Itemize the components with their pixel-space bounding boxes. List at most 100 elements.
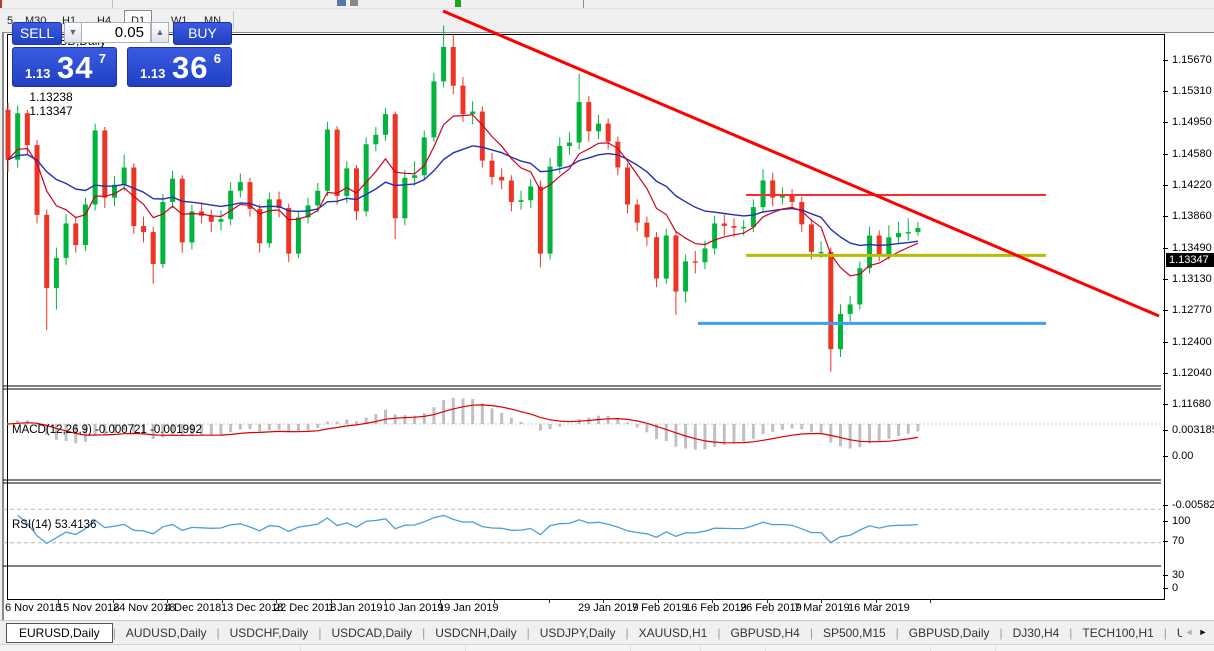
- chart-tab-bar: EURUSD,Daily | AUDUSD,Daily | USDCHF,Daily | U…: [0, 620, 1214, 644]
- axis-tick: [1163, 122, 1168, 123]
- axis-tick: [549, 599, 550, 603]
- axis-tick: [712, 599, 713, 603]
- axis-tick: [331, 599, 332, 603]
- strip-divider: [995, 646, 996, 651]
- tab-scroll-right-icon[interactable]: ►: [1196, 623, 1210, 641]
- axis-tick: [821, 599, 822, 603]
- axis-tick: [1163, 248, 1168, 249]
- chart-tab-eurusd-daily[interactable]: EURUSD,Daily: [6, 622, 113, 643]
- ohlc-low: 1.13238: [29, 90, 73, 104]
- price-axis-label: 1.14580: [1172, 148, 1212, 160]
- date-axis-label: 29 Jan 2019: [578, 602, 639, 614]
- strip-divider: [765, 646, 766, 651]
- axis-tick: [1163, 279, 1168, 280]
- axis-tick: [658, 599, 659, 603]
- chart-tab-usdjpy-daily[interactable]: USDJPY,Daily: [530, 624, 626, 642]
- axis-tick: [1163, 588, 1168, 589]
- buy-button[interactable]: BUY: [173, 22, 232, 45]
- volume-input[interactable]: 0.05: [81, 22, 151, 43]
- rsi-axis-label: 70: [1172, 535, 1185, 547]
- axis-tick: [1163, 185, 1168, 186]
- tab-scroll-buttons: ◄ ►: [1182, 622, 1212, 642]
- price-axis-label: 1.13130: [1172, 273, 1212, 285]
- sell-price-big: 34: [57, 50, 94, 85]
- status-strip: [0, 644, 1214, 651]
- axis-tick: [1163, 91, 1168, 92]
- rsi-axis-label: 100: [1172, 515, 1191, 527]
- price-axis-label: 1.15310: [1172, 85, 1212, 97]
- chart-tab-tech100-h1[interactable]: TECH100,H1: [1072, 624, 1163, 642]
- chart-tab-dj30-h4[interactable]: DJ30,H4: [1003, 624, 1070, 642]
- buy-price-button[interactable]: 1.13 36 6: [127, 47, 232, 87]
- date-axis-label: 7 Feb 2019: [632, 602, 688, 614]
- price-axis-label: 1.12770: [1172, 304, 1212, 316]
- rsi-axis-label: 30: [1172, 569, 1185, 581]
- axis-tick: [113, 599, 114, 603]
- axis-tick: [1163, 216, 1168, 217]
- axis-tick: [440, 599, 441, 603]
- one-click-trading-panel: SELL ▼ 0.05 ▲ BUY 1.13 34 7 1.13 36 6: [10, 22, 232, 87]
- axis-tick: [1163, 541, 1168, 542]
- chart-tab-sp500-m15[interactable]: SP500,M15: [813, 624, 896, 642]
- date-axis-label: 10 Jan 2019: [383, 602, 444, 614]
- axis-tick: [222, 599, 223, 603]
- axis-tick: [276, 599, 277, 603]
- buy-price-big: 36: [172, 50, 209, 85]
- buy-price-pip: 6: [213, 51, 221, 66]
- date-axis-label: 26 Feb 2019: [740, 602, 802, 614]
- strip-divider: [300, 646, 301, 651]
- chart-tab-gbpusd-h4[interactable]: GBPUSD,H4: [720, 624, 809, 642]
- price-axis-label: 1.12400: [1172, 336, 1212, 348]
- sell-price-pip: 7: [98, 51, 106, 66]
- price-axis-label: 1.12040: [1172, 367, 1212, 379]
- axis-tick: [876, 599, 877, 603]
- date-axis-label: 19 Jan 2019: [438, 602, 499, 614]
- axis-tick: [1163, 430, 1168, 431]
- rsi-axis-label: 0: [1172, 582, 1179, 594]
- date-axis-label: 15 Nov 2018: [57, 602, 120, 614]
- sell-price-button[interactable]: 1.13 34 7: [12, 47, 117, 87]
- chart-tab-xauusd-h1[interactable]: XAUUSD,H1: [629, 624, 718, 642]
- volume-increase-button[interactable]: ▲: [151, 22, 169, 43]
- date-axis-label: 1 Jan 2019: [328, 602, 383, 614]
- price-axis-label: 1.11680: [1172, 398, 1211, 410]
- date-axis-label: 6 Nov 2018: [5, 602, 62, 614]
- axis-tick: [1163, 373, 1168, 374]
- axis-tick: [167, 599, 168, 603]
- price-axis-label: 1.14220: [1172, 179, 1212, 191]
- date-axis-label: 16 Mar 2019: [848, 602, 910, 614]
- strip-divider: [630, 646, 631, 651]
- date-axis-label: 7 Mar 2019: [794, 602, 850, 614]
- chart-tab-gbpusd-daily[interactable]: GBPUSD,Daily: [899, 624, 1000, 642]
- axis-tick: [1163, 505, 1168, 506]
- ohlc-close: 1.13347: [29, 104, 73, 118]
- chart-tab-usdcad-daily[interactable]: USDCAD,Daily: [321, 624, 422, 642]
- tab-scroll-left-icon[interactable]: ◄: [1182, 623, 1196, 641]
- rsi-indicator-label: RSI(14) 53.4136: [12, 519, 97, 531]
- axis-tick: [494, 599, 495, 603]
- strip-divider: [700, 646, 701, 651]
- volume-decrease-button[interactable]: ▼: [64, 22, 82, 43]
- axis-tick: [1163, 310, 1168, 311]
- price-axis-label: 1.15670: [1172, 54, 1212, 66]
- axis-tick: [1163, 404, 1168, 405]
- axis-tick: [767, 599, 768, 603]
- sell-price-prefix: 1.13: [25, 66, 51, 81]
- current-price-tag: 1.13347: [1166, 253, 1214, 267]
- sell-button[interactable]: SELL: [12, 22, 62, 45]
- axis-tick: [1163, 521, 1168, 522]
- toolbar-fragment: [0, 0, 2, 8]
- axis-tick: [1163, 575, 1168, 576]
- axis-tick: [1163, 154, 1168, 155]
- price-axis-label: 1.14950: [1172, 116, 1212, 128]
- macd-axis-label: 0.003185: [1172, 424, 1214, 436]
- axis-tick: [603, 599, 604, 603]
- chart-tab-audusd-daily[interactable]: AUDUSD,Daily: [116, 624, 217, 642]
- chart-tab-usdchf-daily[interactable]: USDCHF,Daily: [220, 624, 319, 642]
- strip-divider: [465, 646, 466, 651]
- macd-indicator-label: MACD(12,26,9) -0.000721 -0.001992: [12, 424, 202, 436]
- chart-tab-usdcnh-daily[interactable]: USDCNH,Daily: [425, 624, 526, 642]
- axis-tick: [1163, 342, 1168, 343]
- axis-tick: [385, 599, 386, 603]
- date-axis-label: 16 Feb 2019: [685, 602, 747, 614]
